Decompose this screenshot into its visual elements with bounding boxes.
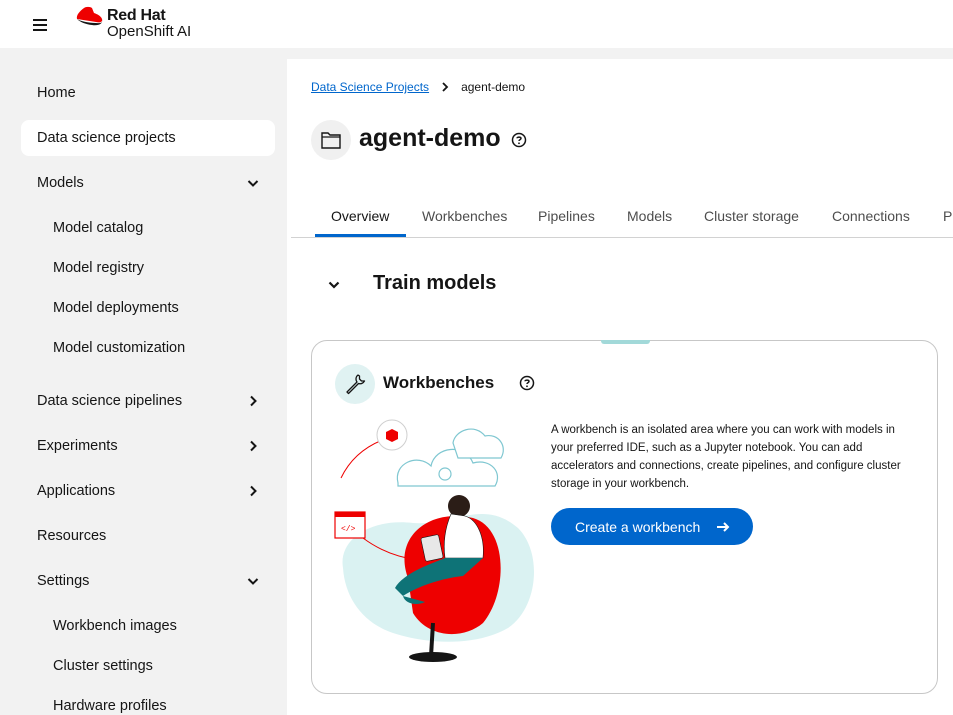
tab-pipelines[interactable]: Pipelines [538,195,595,237]
sidebar-item-label: Cluster settings [53,658,153,674]
menu-toggle-icon[interactable] [28,13,52,37]
chevron-down-icon [328,281,340,289]
sidebar-item-data-science-projects[interactable]: Data science projects [21,120,275,156]
brand-line-1: Red Hat [107,7,166,24]
svg-text:</>: </> [341,525,356,534]
masthead: Red Hat OpenShift AI [0,0,953,48]
breadcrumb-current: agent-demo [461,80,526,94]
tab-connections[interactable]: Connections [832,195,910,237]
sidebar-item-model-catalog[interactable]: Model catalog [37,210,275,246]
sidebar-item-models[interactable]: Models [21,165,275,201]
chevron-right-icon [250,395,257,407]
active-tab-indicator [315,234,406,237]
section-title: Train models [373,272,497,294]
chevron-right-icon [250,440,257,452]
sidebar-item-experiments[interactable]: Experiments [21,428,275,464]
section-toggle-button[interactable] [323,274,345,296]
brand-line-2: OpenShift AI [107,23,192,40]
sidebar-item-label: Model catalog [53,220,144,236]
sidebar-item-workbench-images[interactable]: Workbench images [37,608,275,644]
card-icon [335,364,375,404]
sidebar-item-label: Hardware profiles [53,698,167,714]
sidebar-item-label: Experiments [37,438,118,454]
chevron-right-icon [442,82,449,92]
arrow-right-icon [717,522,730,532]
brand-name: Red Hat OpenShift AI [107,8,191,40]
tab-workbenches[interactable]: Workbenches [422,195,507,237]
sidebar-item-label: Resources [37,528,107,544]
sidebar-item-applications[interactable]: Applications [21,473,275,509]
sidebar-item-label: Model registry [53,260,145,276]
folder-icon [321,132,341,149]
page-title: agent-demo [359,124,501,152]
chevron-down-icon [247,578,259,585]
chevron-down-icon [247,180,259,187]
tab-permissions[interactable]: Pe [943,195,953,237]
sidebar-item-resources[interactable]: Resources [21,518,275,554]
help-icon[interactable] [519,375,535,391]
sidebar-item-model-deployments[interactable]: Model deployments [37,290,275,326]
sidebar-item-label: Model customization [53,340,186,356]
tab-models[interactable]: Models [627,195,672,237]
main-gutter [287,48,953,59]
create-workbench-button[interactable]: Create a workbench [551,508,753,545]
tab-overview[interactable]: Overview [331,195,389,237]
tab-cluster-storage[interactable]: Cluster storage [704,195,799,237]
sidebar-item-label: Models [37,175,84,191]
breadcrumb-link-projects[interactable]: Data Science Projects [311,80,429,94]
sidebar-item-label: Settings [37,573,90,589]
breadcrumb: Data Science Projects agent-demo [311,80,525,94]
create-workbench-button-label: Create a workbench [575,518,701,535]
sidebar-item-label: Applications [37,483,116,499]
sidebar-item-label: Data science pipelines [37,393,183,409]
sidebar-item-settings[interactable]: Settings [21,563,275,599]
sidebar-item-model-customization[interactable]: Model customization [37,330,275,366]
chevron-right-icon [250,485,257,497]
sidebar-item-data-science-pipelines[interactable]: Data science pipelines [21,383,275,419]
sidebar-item-label: Model deployments [53,300,179,316]
sidebar-item-label: Data science projects [37,130,176,146]
sidebar-item-home[interactable]: Home [21,75,275,111]
project-tabs: Overview Workbenches Pipelines Models Cl… [291,195,953,238]
wrench-icon [346,374,366,395]
sidebar-item-hardware-profiles[interactable]: Hardware profiles [37,688,275,715]
sidebar-item-label: Home [37,85,76,101]
card-description: A workbench is an isolated area where yo… [551,424,901,490]
card-title: Workbenches [383,373,495,392]
card-accent-bar [601,340,650,344]
sidebar-item-model-registry[interactable]: Model registry [37,250,275,286]
red-hat-logo-icon[interactable] [74,5,104,43]
sidebar-item-label: Workbench images [53,618,177,634]
sidebar-item-cluster-settings[interactable]: Cluster settings [37,648,275,684]
project-icon [311,120,351,160]
help-icon[interactable] [511,132,527,148]
workbench-illustration: </> [333,418,538,666]
